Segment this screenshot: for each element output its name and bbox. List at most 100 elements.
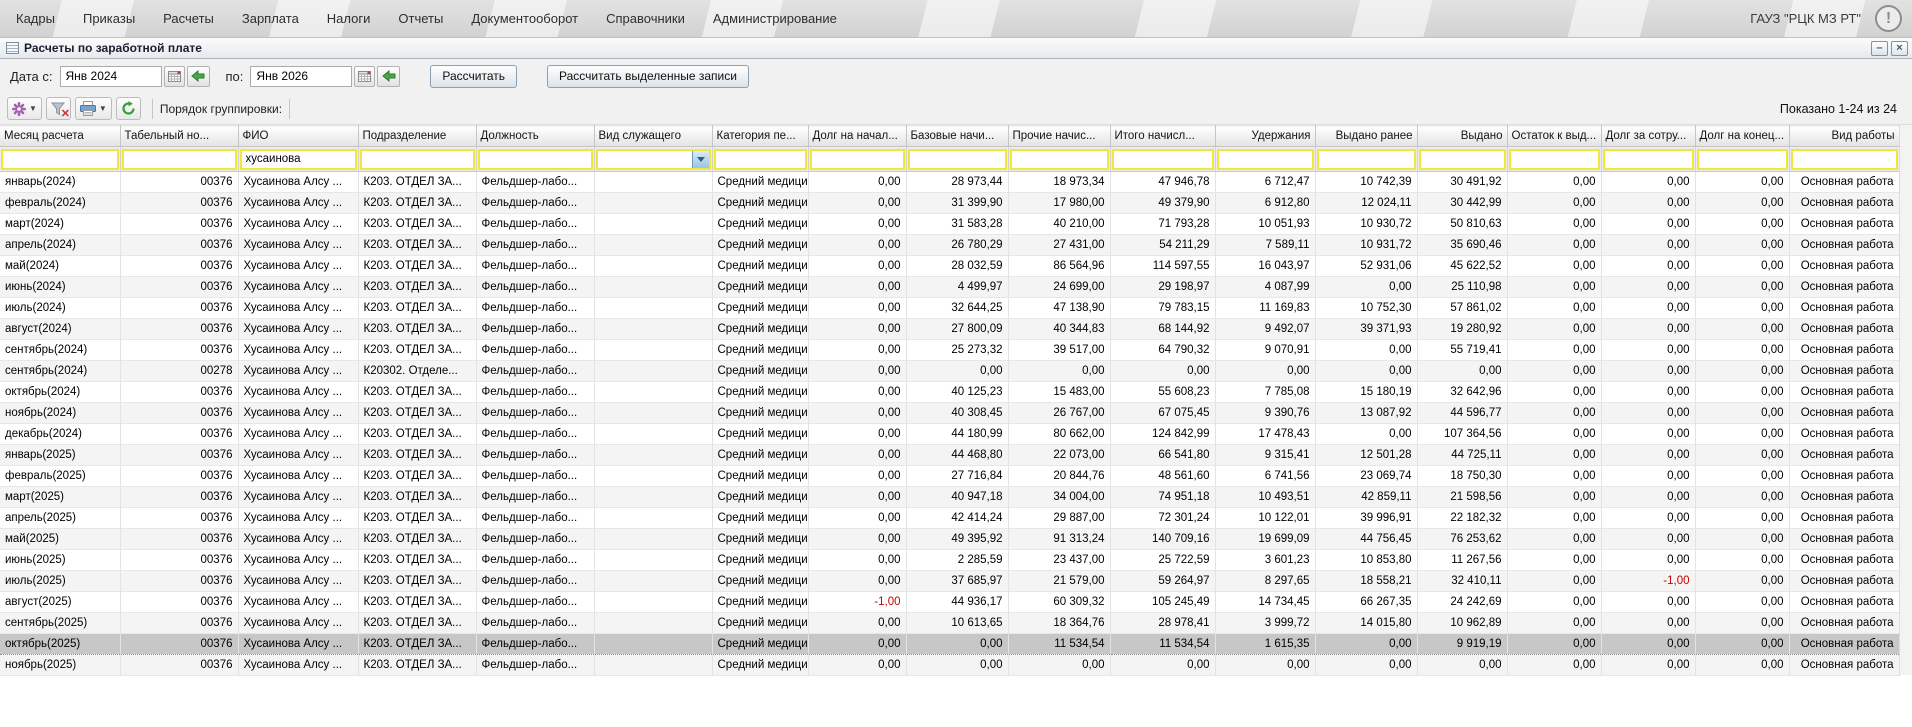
column-header-7[interactable]: Категория пе... — [712, 126, 808, 147]
menu-item-5[interactable]: Налоги — [313, 11, 385, 26]
close-button[interactable]: × — [1891, 41, 1908, 56]
calculate-selected-button[interactable]: Рассчитать выделенные записи — [547, 65, 749, 88]
date-to-calendar-button[interactable] — [354, 66, 375, 87]
menu-item-3[interactable]: Расчеты — [149, 11, 228, 26]
menu-item-4[interactable]: Зарплата — [228, 11, 313, 26]
cell: Основная работа — [1789, 592, 1899, 613]
cell: 0,00 — [1601, 466, 1695, 487]
table-row[interactable]: сентябрь(2024)00376Хусаинова Алсу ...К20… — [0, 340, 1899, 361]
column-header-6[interactable]: Вид служащего — [594, 126, 712, 147]
column-header-4[interactable]: Подразделение — [358, 126, 476, 147]
table-row[interactable]: май(2025)00376Хусаинова Алсу ...К203. ОТ… — [0, 529, 1899, 550]
menu-item-1[interactable]: Кадры — [2, 11, 69, 26]
filter-input-8[interactable] — [810, 149, 905, 170]
cell: Основная работа — [1789, 403, 1899, 424]
table-row[interactable]: январь(2024)00376Хусаинова Алсу ...К203.… — [0, 172, 1899, 193]
column-header-14[interactable]: Выдано — [1417, 126, 1507, 147]
warning-icon[interactable]: ! — [1875, 5, 1902, 32]
table-row[interactable]: апрель(2024)00376Хусаинова Алсу ...К203.… — [0, 235, 1899, 256]
column-header-8[interactable]: Долг на начал... — [808, 126, 906, 147]
cell: Средний медици... — [712, 298, 808, 319]
table-row[interactable]: октябрь(2024)00376Хусаинова Алсу ...К203… — [0, 382, 1899, 403]
table-row[interactable]: июнь(2025)00376Хусаинова Алсу ...К203. О… — [0, 550, 1899, 571]
filter-input-13[interactable] — [1317, 149, 1416, 170]
table-row[interactable]: январь(2025)00376Хусаинова Алсу ...К203.… — [0, 445, 1899, 466]
column-header-12[interactable]: Удержания — [1215, 126, 1315, 147]
cell: Хусаинова Алсу ... — [238, 319, 358, 340]
table-row[interactable]: сентябрь(2024)00278Хусаинова Алсу ...К20… — [0, 361, 1899, 382]
top-menu-bar: КадрыПриказыРасчетыЗарплатаНалогиОтчетыД… — [0, 0, 1912, 38]
column-header-17[interactable]: Долг на конец... — [1695, 126, 1789, 147]
filter-input-16[interactable] — [1603, 149, 1694, 170]
column-header-5[interactable]: Должность — [476, 126, 594, 147]
column-header-10[interactable]: Прочие начис... — [1008, 126, 1110, 147]
settings-menu-button[interactable]: ▼ — [7, 97, 42, 120]
filter-input-14[interactable] — [1419, 149, 1506, 170]
vertical-scrollbar[interactable] — [1899, 125, 1912, 675]
menu-item-8[interactable]: Справочники — [592, 11, 699, 26]
column-header-15[interactable]: Остаток к выд... — [1507, 126, 1601, 147]
cell: 14 734,45 — [1215, 592, 1315, 613]
cell: 0,00 — [1601, 508, 1695, 529]
table-row[interactable]: март(2025)00376Хусаинова Алсу ...К203. О… — [0, 487, 1899, 508]
filter-input-12[interactable] — [1217, 149, 1314, 170]
filter-input-1[interactable] — [1, 149, 119, 170]
filter-input-11[interactable] — [1112, 149, 1214, 170]
filter-input-4[interactable] — [360, 149, 475, 170]
clear-filter-button[interactable]: ✕ — [46, 97, 71, 120]
menu-item-9[interactable]: Администрирование — [699, 11, 851, 26]
table-row[interactable]: май(2024)00376Хусаинова Алсу ...К203. ОТ… — [0, 256, 1899, 277]
date-from-input[interactable] — [60, 66, 162, 87]
date-from-calendar-button[interactable] — [164, 66, 185, 87]
table-row[interactable]: февраль(2024)00376Хусаинова Алсу ...К203… — [0, 193, 1899, 214]
table-row[interactable]: июль(2025)00376Хусаинова Алсу ...К203. О… — [0, 571, 1899, 592]
column-header-11[interactable]: Итого начисл... — [1110, 126, 1215, 147]
filter-input-17[interactable] — [1697, 149, 1788, 170]
column-header-16[interactable]: Долг за сотру... — [1601, 126, 1695, 147]
cell: Основная работа — [1789, 529, 1899, 550]
filter-cell-11 — [1110, 147, 1215, 172]
filter-input-3[interactable] — [240, 149, 357, 170]
menu-item-2[interactable]: Приказы — [69, 11, 149, 26]
column-header-1[interactable]: Месяц расчета — [0, 126, 120, 147]
minimize-button[interactable]: – — [1871, 41, 1888, 56]
menu-item-6[interactable]: Отчеты — [384, 11, 457, 26]
table-row[interactable]: апрель(2025)00376Хусаинова Алсу ...К203.… — [0, 508, 1899, 529]
table-row[interactable]: июнь(2024)00376Хусаинова Алсу ...К203. О… — [0, 277, 1899, 298]
menu-item-7[interactable]: Документооборот — [457, 11, 592, 26]
filter-input-18[interactable] — [1791, 149, 1898, 170]
print-menu-button[interactable]: ▼ — [75, 97, 112, 120]
cell: 0,00 — [1507, 655, 1601, 676]
table-row[interactable]: июль(2024)00376Хусаинова Алсу ...К203. О… — [0, 298, 1899, 319]
cell: К203. ОТДЕЛ ЗА... — [358, 256, 476, 277]
filter-input-15[interactable] — [1509, 149, 1600, 170]
cell: 26 780,29 — [906, 235, 1008, 256]
table-row[interactable]: октябрь(2025)00376Хусаинова Алсу ...К203… — [0, 634, 1899, 655]
date-to-apply-button[interactable] — [377, 66, 400, 87]
column-header-13[interactable]: Выдано ранее — [1315, 126, 1417, 147]
column-header-3[interactable]: ФИО — [238, 126, 358, 147]
date-to-input[interactable] — [250, 66, 352, 87]
column-header-9[interactable]: Базовые начи... — [906, 126, 1008, 147]
table-row[interactable]: сентябрь(2025)00376Хусаинова Алсу ...К20… — [0, 613, 1899, 634]
date-from-apply-button[interactable] — [187, 66, 210, 87]
table-row[interactable]: декабрь(2024)00376Хусаинова Алсу ...К203… — [0, 424, 1899, 445]
table-row[interactable]: август(2024)00376Хусаинова Алсу ...К203.… — [0, 319, 1899, 340]
table-row[interactable]: февраль(2025)00376Хусаинова Алсу ...К203… — [0, 466, 1899, 487]
table-row[interactable]: март(2024)00376Хусаинова Алсу ...К203. О… — [0, 214, 1899, 235]
filter-input-9[interactable] — [908, 149, 1007, 170]
calculate-button[interactable]: Рассчитать — [430, 65, 517, 88]
table-row[interactable]: ноябрь(2024)00376Хусаинова Алсу ...К203.… — [0, 403, 1899, 424]
filter-input-7[interactable] — [714, 149, 807, 170]
dropdown-button[interactable] — [692, 151, 709, 168]
refresh-button[interactable] — [116, 97, 141, 120]
column-header-2[interactable]: Табельный но... — [120, 126, 238, 147]
filter-input-5[interactable] — [478, 149, 593, 170]
filter-select-employee-type[interactable] — [596, 149, 711, 170]
column-header-18[interactable]: Вид работы — [1789, 126, 1899, 147]
filter-input-10[interactable] — [1010, 149, 1109, 170]
table-row[interactable]: август(2025)00376Хусаинова Алсу ...К203.… — [0, 592, 1899, 613]
table-row[interactable]: ноябрь(2025)00376Хусаинова Алсу ...К203.… — [0, 655, 1899, 676]
cell: 0,00 — [1601, 550, 1695, 571]
filter-input-2[interactable] — [122, 149, 237, 170]
